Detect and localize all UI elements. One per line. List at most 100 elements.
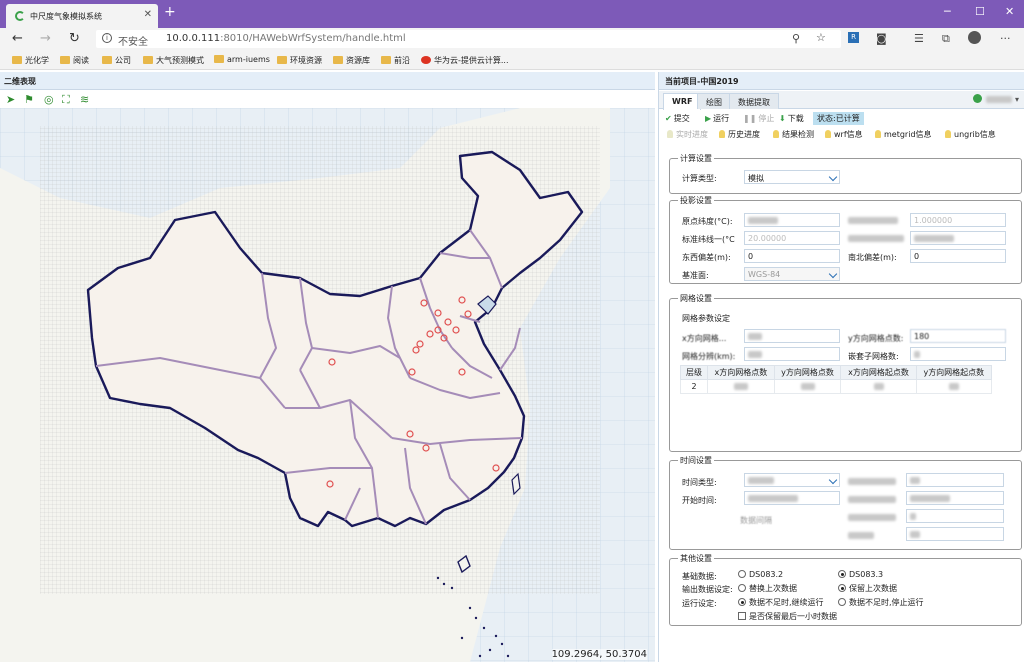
- blurred-value: [914, 235, 954, 242]
- y-points-input[interactable]: 180: [910, 329, 1006, 343]
- result-check-link[interactable]: 结果检测: [773, 129, 814, 140]
- globe-icon[interactable]: ◎: [44, 93, 54, 106]
- run-continue-radio[interactable]: 数据不足时,继续运行: [738, 597, 824, 608]
- reader-icon[interactable]: R: [848, 32, 859, 43]
- bookmark-item[interactable]: 资源库: [333, 55, 370, 66]
- download-icon: ⬇: [779, 114, 786, 123]
- map-canvas[interactable]: 109.2964, 50.3704: [0, 108, 655, 662]
- nest-count-input[interactable]: [910, 347, 1006, 361]
- output-keep-radio[interactable]: 保留上次数据: [838, 583, 897, 594]
- false-east-input[interactable]: 0: [744, 249, 840, 263]
- blurred-value: [910, 477, 920, 484]
- run-setting-label: 运行设定:: [682, 599, 717, 608]
- user-menu[interactable]: ▾: [973, 94, 1019, 104]
- bookmark-item[interactable]: 阅读: [60, 55, 89, 66]
- layers-icon[interactable]: ≋: [80, 93, 89, 106]
- window-close-icon[interactable]: ✕: [1005, 5, 1014, 18]
- start-time-input[interactable]: [744, 491, 840, 505]
- resolution-input[interactable]: [744, 347, 840, 361]
- ungrib-info-link[interactable]: ungrib信息: [945, 129, 996, 140]
- bookmark-item[interactable]: 光化学: [12, 55, 49, 66]
- map-svg[interactable]: [0, 108, 655, 662]
- bookmark-item[interactable]: 环境资源: [277, 55, 322, 66]
- url-bar[interactable]: i 不安全 10.0.0.111:8010/HAWebWrfSystem/han…: [96, 30, 841, 48]
- false-north-input[interactable]: 0: [910, 249, 1006, 263]
- projection-right-input-1[interactable]: 1.000000: [910, 213, 1006, 227]
- base-data-ds0832-radio[interactable]: DS083.2: [738, 570, 783, 579]
- grid-settings-group: 网格设置 网格参数设定 x方向网格... y方向网格点数: 180 网格分辨(k…: [669, 293, 1022, 452]
- browser-tab[interactable]: 中尺度气象模拟系统 ✕: [6, 4, 158, 28]
- tab-plot[interactable]: 绘图: [697, 93, 731, 109]
- check-icon: ✔: [665, 114, 672, 123]
- tab-data-extract[interactable]: 数据提取: [729, 93, 779, 109]
- blurred-value: [748, 495, 798, 502]
- std-parallel-input[interactable]: 20.00000: [744, 231, 840, 245]
- time-right-input-2[interactable]: [906, 491, 1004, 505]
- url-host: 10.0.0.111: [166, 33, 221, 44]
- blurred-label: [848, 532, 874, 539]
- stop-button[interactable]: ❚❚ 停止: [743, 113, 774, 124]
- checkbox-icon: [738, 612, 746, 620]
- blurred-value: [948, 383, 959, 390]
- std-lon-label-blurred: [848, 216, 898, 225]
- time-right-input-4[interactable]: [906, 527, 1004, 541]
- blurred-value: [733, 383, 748, 390]
- download-button[interactable]: ⬇ 下载: [779, 113, 804, 124]
- back-icon[interactable]: ←: [12, 31, 23, 46]
- camera-icon[interactable]: ◙: [876, 32, 887, 45]
- bulb-icon: [875, 130, 881, 138]
- bookmark-item[interactable]: 华为云-提供云计算...: [421, 55, 509, 66]
- favorite-star-icon[interactable]: ☆: [816, 31, 826, 44]
- time-type-select[interactable]: [744, 473, 840, 487]
- maximize-icon[interactable]: ☐: [975, 5, 985, 18]
- wrf-info-link[interactable]: wrf信息: [825, 129, 863, 140]
- datum-select[interactable]: WGS-84: [744, 267, 840, 281]
- url-text[interactable]: 10.0.0.111:8010/HAWebWrfSystem/handle.ht…: [166, 33, 406, 44]
- keep-last-hour-checkbox[interactable]: 是否保留最后一小时数据: [738, 611, 837, 622]
- table-row[interactable]: 2: [680, 379, 993, 394]
- history-progress-link[interactable]: 历史进度: [719, 129, 760, 140]
- bookmark-item[interactable]: 大气预测模式: [143, 55, 204, 66]
- radio-checked-icon: [838, 570, 846, 578]
- folder-icon: [102, 56, 112, 64]
- x-points-input[interactable]: [744, 329, 840, 343]
- bookmark-item[interactable]: 前沿: [381, 55, 410, 66]
- output-replace-radio[interactable]: 替换上次数据: [738, 583, 797, 594]
- time-right-input-1[interactable]: [906, 473, 1004, 487]
- realtime-progress-link[interactable]: 实时进度: [667, 129, 708, 140]
- profile-avatar[interactable]: [968, 31, 981, 44]
- time-right-input-3[interactable]: [906, 509, 1004, 523]
- origin-lat-input[interactable]: [744, 213, 840, 227]
- collapse-panel-icon[interactable]: »: [665, 74, 1019, 85]
- favorites-list-icon[interactable]: ☰: [914, 32, 924, 45]
- submit-button[interactable]: ✔ 提交: [665, 113, 690, 124]
- extent-icon[interactable]: ⛶: [62, 93, 70, 107]
- minimize-icon[interactable]: ─: [944, 5, 951, 18]
- tab-wrf[interactable]: WRF: [663, 93, 702, 110]
- tab-close-icon[interactable]: ✕: [144, 9, 152, 20]
- std-parallel-label: 标准纬线一(°C: [682, 235, 735, 244]
- false-east-label: 东西偏差(m):: [682, 253, 731, 262]
- bookmark-item[interactable]: arm-iuems: [214, 55, 270, 64]
- forward-icon[interactable]: →: [40, 31, 51, 46]
- other-legend: 其他设置: [678, 553, 714, 564]
- metgrid-info-link[interactable]: metgrid信息: [875, 129, 932, 140]
- blurred-value: [910, 495, 950, 502]
- more-menu-icon[interactable]: ···: [1000, 32, 1011, 45]
- std-parallel2-label-blurred: [848, 234, 904, 243]
- base-data-ds0833-radio[interactable]: DS083.3: [838, 570, 883, 579]
- pointer-icon[interactable]: ➤: [6, 93, 15, 106]
- tab-bar: WRF 绘图 数据提取 ▾: [659, 91, 1024, 110]
- std-parallel2-input[interactable]: [910, 231, 1006, 245]
- info-icon[interactable]: i: [102, 33, 112, 43]
- new-tab-icon[interactable]: +: [164, 4, 176, 20]
- blurred-value: [748, 351, 762, 358]
- bookmark-item[interactable]: 公司: [102, 55, 131, 66]
- calc-type-select[interactable]: 模拟: [744, 170, 840, 184]
- run-button[interactable]: ▶ 运行: [705, 113, 729, 124]
- run-stop-radio[interactable]: 数据不足时,停止运行: [838, 597, 924, 608]
- zoom-icon[interactable]: ⚲: [792, 32, 800, 45]
- flag-icon[interactable]: ⚑: [24, 93, 34, 106]
- refresh-icon[interactable]: ↻: [69, 31, 80, 46]
- collections-icon[interactable]: ⧉: [942, 32, 950, 46]
